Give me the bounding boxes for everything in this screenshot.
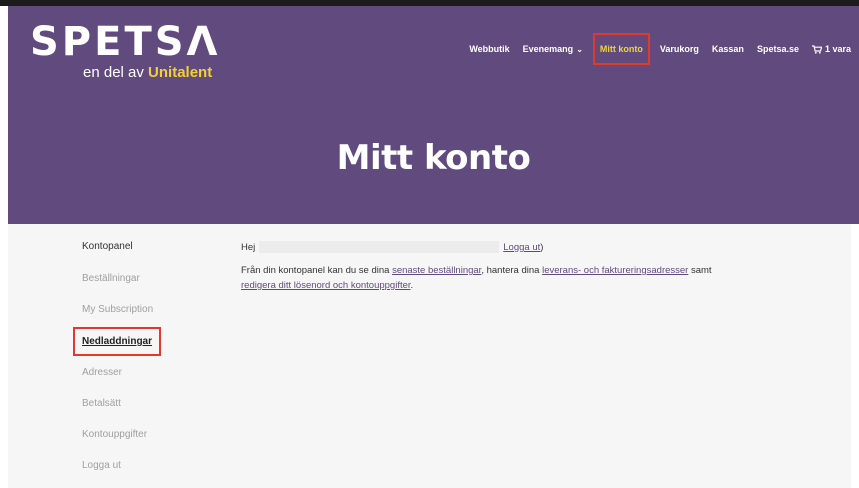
main-nav: Webbutik Evenemang ⌄ Mitt konto Varukorg… xyxy=(469,33,851,65)
nav-webbutik[interactable]: Webbutik xyxy=(469,44,509,54)
intro-prefix: Från din kontopanel kan du se dina xyxy=(241,265,393,276)
intro-line-2: redigera ditt lösenord och kontouppgifte… xyxy=(241,278,801,293)
orders-link[interactable]: senaste beställningar xyxy=(392,265,481,276)
logo-tagline: en del av Unitalent xyxy=(83,64,212,81)
intro-suffix: samt xyxy=(688,265,712,276)
logo-tagline-brand: Unitalent xyxy=(148,64,213,81)
nav-cart[interactable]: 1 vara xyxy=(811,44,851,54)
sidebar-item-kontopanel[interactable]: Kontopanel xyxy=(82,241,133,252)
logo-tagline-prefix: en del av xyxy=(83,64,149,81)
greeting-line: Hej Logga ut) xyxy=(241,240,801,255)
account-details-link[interactable]: redigera ditt lösenord och kontouppgifte… xyxy=(241,280,411,291)
nav-varukorg[interactable]: Varukorg xyxy=(660,44,699,54)
account-content: Kontopanel Beställningar My Subscription… xyxy=(8,224,851,488)
intro-period: . xyxy=(410,280,414,291)
nav-kassan[interactable]: Kassan xyxy=(712,44,744,54)
greeting-text: Hej xyxy=(241,242,256,253)
sidebar-item-betalsatt[interactable]: Betalsätt xyxy=(82,398,121,409)
sidebar-item-adresser[interactable]: Adresser xyxy=(82,367,122,378)
sidebar-item-kontouppgifter[interactable]: Kontouppgifter xyxy=(82,429,147,440)
cart-icon xyxy=(811,44,822,54)
logout-link[interactable]: Logga ut xyxy=(503,242,540,253)
account-dashboard: Hej Logga ut) Från din kontopanel kan du … xyxy=(241,240,801,293)
sidebar-item-logga-ut[interactable]: Logga ut xyxy=(82,460,121,471)
nav-mitt-konto[interactable]: Mitt konto xyxy=(592,33,650,65)
sidebar-item-subscription[interactable]: My Subscription xyxy=(82,304,153,315)
nav-spetsa[interactable]: Spetsa.se xyxy=(757,44,799,54)
logo-wordmark: SPETSΛ xyxy=(30,19,221,65)
intro-line-1: Från din kontopanel kan du se dina senas… xyxy=(241,263,801,278)
sidebar-item-bestallningar[interactable]: Beställningar xyxy=(82,273,140,284)
intro-mid: , hantera dina xyxy=(481,265,543,276)
nav-evenemang[interactable]: Evenemang ⌄ xyxy=(523,44,583,54)
nav-evenemang-label: Evenemang xyxy=(522,44,574,54)
redacted-username xyxy=(259,241,500,254)
chevron-down-icon: ⌄ xyxy=(576,44,583,54)
sidebar-item-nedladdningar[interactable]: Nedladdningar xyxy=(72,327,162,356)
site-header: SPETSΛ en del av Unitalent Webbutik Even… xyxy=(8,6,859,224)
cart-count: 1 vara xyxy=(824,44,851,54)
addresses-link[interactable]: leverans- och faktureringsadresser xyxy=(542,265,688,276)
logout-suffix: ) xyxy=(540,242,544,253)
site-logo[interactable]: SPETSΛ en del av Unitalent xyxy=(30,19,221,81)
page-title: Mitt konto xyxy=(336,138,531,178)
